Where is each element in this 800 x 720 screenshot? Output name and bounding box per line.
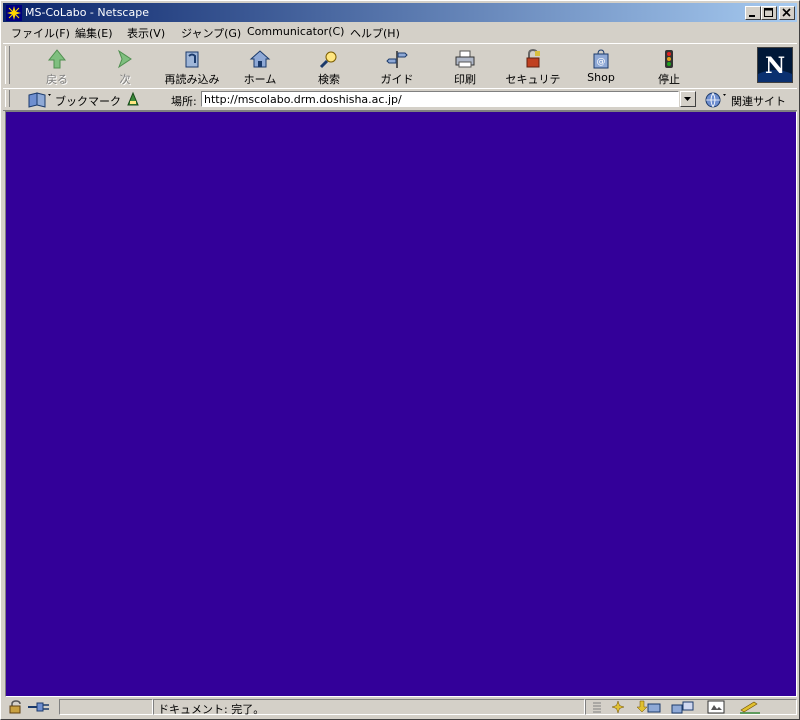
back-label: 戻る bbox=[46, 73, 68, 86]
forward-button[interactable]: 次 bbox=[93, 46, 157, 86]
reload-button[interactable]: 再読み込み bbox=[160, 46, 224, 86]
location-toolbar: ブックマーク 場所: http://mscolabo.drm.doshisha.… bbox=[3, 88, 797, 111]
back-button[interactable]: 戻る bbox=[25, 46, 89, 86]
menu-go[interactable]: ジャンプ(G) bbox=[181, 25, 241, 41]
close-button[interactable] bbox=[779, 6, 795, 20]
mailbox-icon[interactable] bbox=[636, 700, 662, 714]
reload-icon bbox=[185, 51, 199, 68]
shop-label: Shop bbox=[587, 71, 615, 84]
navigation-toolbar: 戻る 次 再読み込み ホーム 検索 ガイド 印刷 セキュリテ @ Shop 停止… bbox=[3, 43, 797, 102]
bookmarks-label: ブックマーク bbox=[55, 95, 121, 108]
window-title: MS-CoLabo - Netscape bbox=[25, 6, 149, 19]
page-background bbox=[6, 112, 796, 696]
shopping-bag-icon: @ bbox=[593, 49, 609, 69]
chevron-down-icon bbox=[684, 97, 691, 101]
bookmarks-icon bbox=[28, 92, 51, 108]
close-icon bbox=[782, 8, 791, 17]
minimize-button[interactable] bbox=[745, 6, 761, 20]
lock-icon bbox=[526, 48, 540, 68]
title-bar[interactable]: MS-CoLabo - Netscape bbox=[3, 3, 797, 22]
status-message-panel: ドキュメント: 完了。 bbox=[153, 699, 585, 716]
browser-window: MS-CoLabo - Netscape ファイル(F) 編集(E) 表示(V)… bbox=[0, 0, 800, 720]
stop-button[interactable]: 停止 bbox=[637, 46, 701, 86]
menu-bar: ファイル(F) 編集(E) 表示(V) ジャンプ(G) Communicator… bbox=[3, 23, 797, 41]
maximize-icon bbox=[764, 8, 773, 17]
shop-button[interactable]: @ Shop bbox=[569, 46, 633, 86]
menu-view[interactable]: 表示(V) bbox=[127, 25, 165, 41]
printer-icon bbox=[455, 50, 475, 68]
address-book-icon[interactable] bbox=[704, 700, 728, 714]
url-value: http://mscolabo.drm.doshisha.ac.jp/ bbox=[204, 93, 402, 106]
guide-label: ガイド bbox=[380, 73, 414, 86]
search-icon bbox=[319, 51, 337, 69]
discussion-groups-icon[interactable] bbox=[670, 700, 696, 714]
home-icon bbox=[249, 50, 271, 68]
search-label: 検索 bbox=[318, 73, 340, 86]
back-arrow-icon bbox=[47, 49, 67, 69]
connection-plug-icon bbox=[28, 702, 49, 712]
minimize-icon bbox=[749, 15, 755, 17]
netscape-app-icon bbox=[6, 5, 22, 21]
location-label: 場所: bbox=[171, 95, 197, 108]
security-lock-status-icon[interactable] bbox=[7, 700, 25, 714]
url-input[interactable]: http://mscolabo.drm.doshisha.ac.jp/ bbox=[201, 91, 679, 107]
menu-help[interactable]: ヘルプ(H) bbox=[350, 25, 400, 41]
print-label: 印刷 bbox=[454, 73, 476, 86]
navigator-icon[interactable] bbox=[606, 700, 630, 714]
maximize-button[interactable] bbox=[761, 6, 777, 20]
related-sites-icon bbox=[705, 92, 726, 108]
search-button[interactable]: 検索 bbox=[297, 46, 361, 86]
status-bar: ドキュメント: 完了。 bbox=[3, 697, 797, 717]
guide-icon bbox=[386, 51, 408, 68]
composer-icon[interactable] bbox=[738, 700, 764, 714]
home-button[interactable]: ホーム bbox=[228, 46, 292, 86]
home-label: ホーム bbox=[243, 73, 277, 86]
menu-edit[interactable]: 編集(E) bbox=[75, 25, 113, 41]
svg-text:N: N bbox=[765, 53, 785, 79]
print-button[interactable]: 印刷 bbox=[433, 46, 497, 86]
page-proxy-icon[interactable] bbox=[125, 91, 141, 107]
netscape-throbber-logo[interactable]: N bbox=[757, 47, 793, 83]
page-content-area[interactable] bbox=[5, 111, 797, 697]
forward-arrow-icon bbox=[117, 49, 132, 69]
component-bar bbox=[585, 699, 797, 715]
related-sites-button[interactable]: 関連サイト bbox=[703, 91, 795, 108]
reload-label: 再読み込み bbox=[164, 73, 220, 86]
netscape-n-icon: N bbox=[758, 48, 792, 82]
status-message: ドキュメント: 完了。 bbox=[158, 703, 265, 716]
related-sites-label: 関連サイト bbox=[731, 95, 786, 108]
security-button[interactable]: セキュリティ bbox=[501, 46, 565, 102]
url-history-dropdown[interactable] bbox=[680, 91, 696, 107]
component-grip-icon[interactable] bbox=[588, 700, 606, 714]
stop-label: 停止 bbox=[658, 73, 680, 86]
guide-button[interactable]: ガイド bbox=[365, 46, 429, 86]
toolbar-grip[interactable] bbox=[5, 46, 10, 84]
forward-label: 次 bbox=[119, 73, 131, 86]
svg-text:@: @ bbox=[597, 57, 606, 67]
progress-panel bbox=[59, 699, 153, 715]
menu-communicator[interactable]: Communicator(C) bbox=[247, 25, 344, 38]
menu-file[interactable]: ファイル(F) bbox=[11, 25, 70, 41]
stop-icon bbox=[665, 50, 673, 68]
bookmarks-button[interactable]: ブックマーク bbox=[27, 91, 121, 108]
location-toolbar-grip[interactable] bbox=[5, 90, 10, 107]
